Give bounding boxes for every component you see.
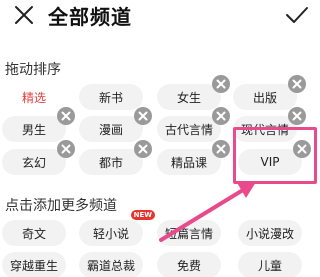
channel-label: 都市 [98, 155, 123, 170]
channel-chip-vip[interactable]: VIP [238, 140, 311, 175]
new-badge: NEW [130, 210, 155, 220]
more-channel-chip[interactable]: 免费 [157, 252, 221, 277]
channel-label: 玄幻 [21, 155, 46, 170]
close-button[interactable] [12, 3, 36, 27]
channel-chip[interactable]: 古代言情 [157, 107, 230, 142]
delete-icon[interactable] [57, 140, 75, 158]
channel-label: 霸道总裁 [86, 258, 135, 273]
channel-chip[interactable]: 玄幻 [2, 140, 75, 175]
channel-label: 穿越重生 [9, 258, 58, 273]
channel-label: 短篇言情 [164, 226, 213, 241]
channel-chip[interactable]: 男生 [2, 107, 75, 142]
add-more-label: 点击添加更多频道 [5, 198, 117, 214]
channel-chip[interactable]: 都市 [79, 140, 152, 175]
channel-label: 轻小说 [92, 226, 129, 241]
more-channel-chip[interactable]: 轻小说 NEW [79, 210, 155, 246]
channel-label: 现代言情 [240, 122, 289, 137]
confirm-button[interactable] [284, 3, 310, 27]
channel-chip[interactable]: 漫画 [79, 107, 152, 142]
channel-label: 女生 [176, 90, 201, 105]
more-channel-chip[interactable]: 奇文 [2, 220, 66, 246]
delete-icon[interactable] [212, 107, 230, 125]
channel-chip[interactable]: 精品课 [157, 140, 230, 175]
channel-label: 男生 [21, 122, 46, 137]
channel-label: 免费 [176, 258, 201, 273]
channel-label: 精品课 [170, 155, 207, 170]
delete-icon[interactable] [288, 107, 306, 125]
more-channel-chip[interactable]: 短篇言情 [157, 220, 221, 246]
channel-label: 小说漫改 [245, 226, 294, 241]
channel-label: 出版 [252, 90, 277, 105]
channel-label: 儿童 [257, 258, 282, 273]
check-icon [286, 7, 308, 23]
delete-icon[interactable] [288, 75, 306, 93]
more-channel-chip[interactable]: 穿越重生 [2, 252, 66, 277]
channel-label: 古代言情 [164, 122, 213, 137]
channel-label: 新书 [98, 90, 123, 105]
close-icon [15, 6, 33, 24]
delete-icon[interactable] [57, 107, 75, 125]
more-channel-chip[interactable]: 小说漫改 [238, 220, 302, 246]
channel-label: 精选 [21, 90, 46, 105]
more-channel-chip[interactable]: 霸道总裁 [79, 252, 143, 277]
delete-icon[interactable] [212, 140, 230, 158]
page-title: 全部频道 [48, 5, 132, 29]
channel-label: 奇文 [21, 226, 46, 241]
drag-sort-label: 拖动排序 [5, 62, 61, 78]
more-channel-chip[interactable]: 儿童 [238, 252, 302, 277]
delete-icon[interactable] [134, 140, 152, 158]
delete-icon[interactable] [134, 107, 152, 125]
delete-icon[interactable] [293, 140, 311, 158]
header: 全部频道 [0, 0, 320, 34]
channel-label: VIP [260, 155, 280, 169]
delete-icon[interactable] [212, 75, 230, 93]
channel-chip[interactable]: 现代言情 [233, 107, 306, 142]
channel-label: 漫画 [98, 122, 123, 137]
